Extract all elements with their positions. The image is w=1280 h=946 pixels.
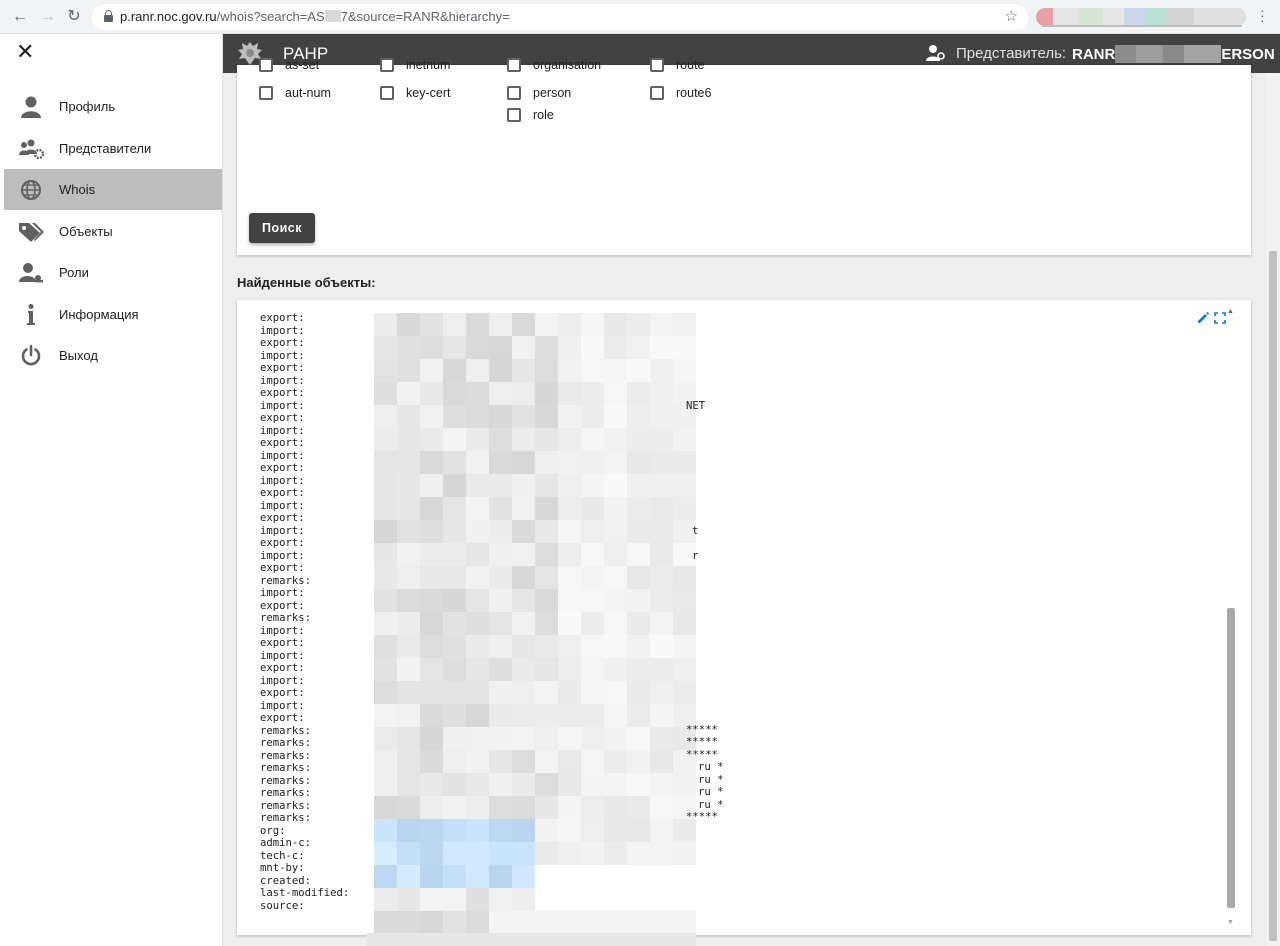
sidebar-item-label: Представители xyxy=(59,141,152,156)
browser-toolbar: ← → ↻ p.ranr.noc.gov.ru/whois?search=AS 7… xyxy=(0,0,1280,34)
value-fragment: ru * xyxy=(698,799,724,811)
representative-label: Представитель: xyxy=(956,45,1067,62)
value-fragment: ru * xyxy=(698,786,724,798)
found-objects-title: Найденные объекты: xyxy=(237,275,376,290)
sidebar-item-objects[interactable]: Объекты xyxy=(4,211,222,252)
search-filter-card: as-set inetnum organisation route aut-nu… xyxy=(237,58,1251,255)
representative-value[interactable]: RANR ERSON xyxy=(1072,45,1275,63)
value-fragment: ***** xyxy=(686,811,718,823)
sidebar-item-whois[interactable]: Whois xyxy=(4,169,222,210)
address-bar[interactable]: p.ranr.noc.gov.ru/whois?search=AS 7&sourc… xyxy=(92,4,1028,30)
search-button[interactable]: Поиск xyxy=(249,213,315,243)
whois-result-card: export: import: export: import: export: … xyxy=(237,300,1251,935)
bookmark-star-icon[interactable]: ☆ xyxy=(1005,7,1018,25)
forward-icon[interactable]: → xyxy=(38,7,58,27)
value-fragment: r xyxy=(692,550,699,562)
person-icon xyxy=(21,96,41,118)
page-scroll-thumb[interactable] xyxy=(1269,251,1277,941)
user-key-icon xyxy=(926,45,945,61)
value-fragment: ***** xyxy=(686,736,718,748)
fullscreen-icon[interactable] xyxy=(1214,312,1226,324)
sidebar-item-label: Роли xyxy=(59,265,89,280)
sidebar-item-label: Информация xyxy=(59,307,139,322)
value-fragment: ru * xyxy=(698,774,724,786)
globe-icon xyxy=(21,180,41,200)
power-icon xyxy=(21,344,41,366)
close-icon[interactable]: ✕ xyxy=(16,41,36,63)
sidebar-item-label: Профиль xyxy=(59,99,116,114)
value-fragment: ***** xyxy=(686,749,718,761)
lock-icon xyxy=(104,10,113,22)
extensions-area[interactable] xyxy=(1036,8,1246,26)
sidebar-item-representatives[interactable]: Представители xyxy=(4,128,222,169)
sidebar-item-label: Выход xyxy=(59,348,98,363)
sidebar-item-information[interactable]: Информация xyxy=(4,294,222,335)
sidebar-drawer: ✕ Профиль Представители Whois Объекты Ро… xyxy=(0,34,223,946)
redacted-values xyxy=(374,313,696,934)
back-icon[interactable]: ← xyxy=(10,7,30,27)
result-scroll-thumb[interactable] xyxy=(1227,608,1235,908)
whois-object-text: export: import: export: import: export: … xyxy=(260,312,350,912)
value-fragment: NET xyxy=(686,400,706,412)
sidebar-item-logout[interactable]: Выход xyxy=(4,335,222,376)
info-icon xyxy=(27,304,35,325)
main-content: as-set inetnum organisation route aut-nu… xyxy=(223,58,1280,946)
reload-icon[interactable]: ↻ xyxy=(64,7,84,27)
sidebar-item-label: Объекты xyxy=(59,224,113,239)
page-scrollbar[interactable] xyxy=(1266,73,1280,946)
sidebar-item-profile[interactable]: Профиль xyxy=(4,86,222,127)
sidebar-item-label: Whois xyxy=(59,182,96,197)
people-gear-icon xyxy=(19,139,44,160)
result-scrollbar[interactable]: ▲ ▼ xyxy=(1226,308,1236,926)
tags-icon xyxy=(19,223,44,242)
url-text: p.ranr.noc.gov.ru/whois?search=AS 7&sourc… xyxy=(120,9,510,24)
browser-menu-icon[interactable]: · · · xyxy=(1260,3,1266,27)
edit-icon[interactable] xyxy=(1197,312,1209,324)
sidebar-item-roles[interactable]: Роли xyxy=(4,252,222,293)
value-fragment: ***** xyxy=(686,724,718,736)
person-key-icon xyxy=(19,263,43,283)
value-fragment: ru * xyxy=(698,761,724,773)
value-fragment: t xyxy=(692,525,699,537)
